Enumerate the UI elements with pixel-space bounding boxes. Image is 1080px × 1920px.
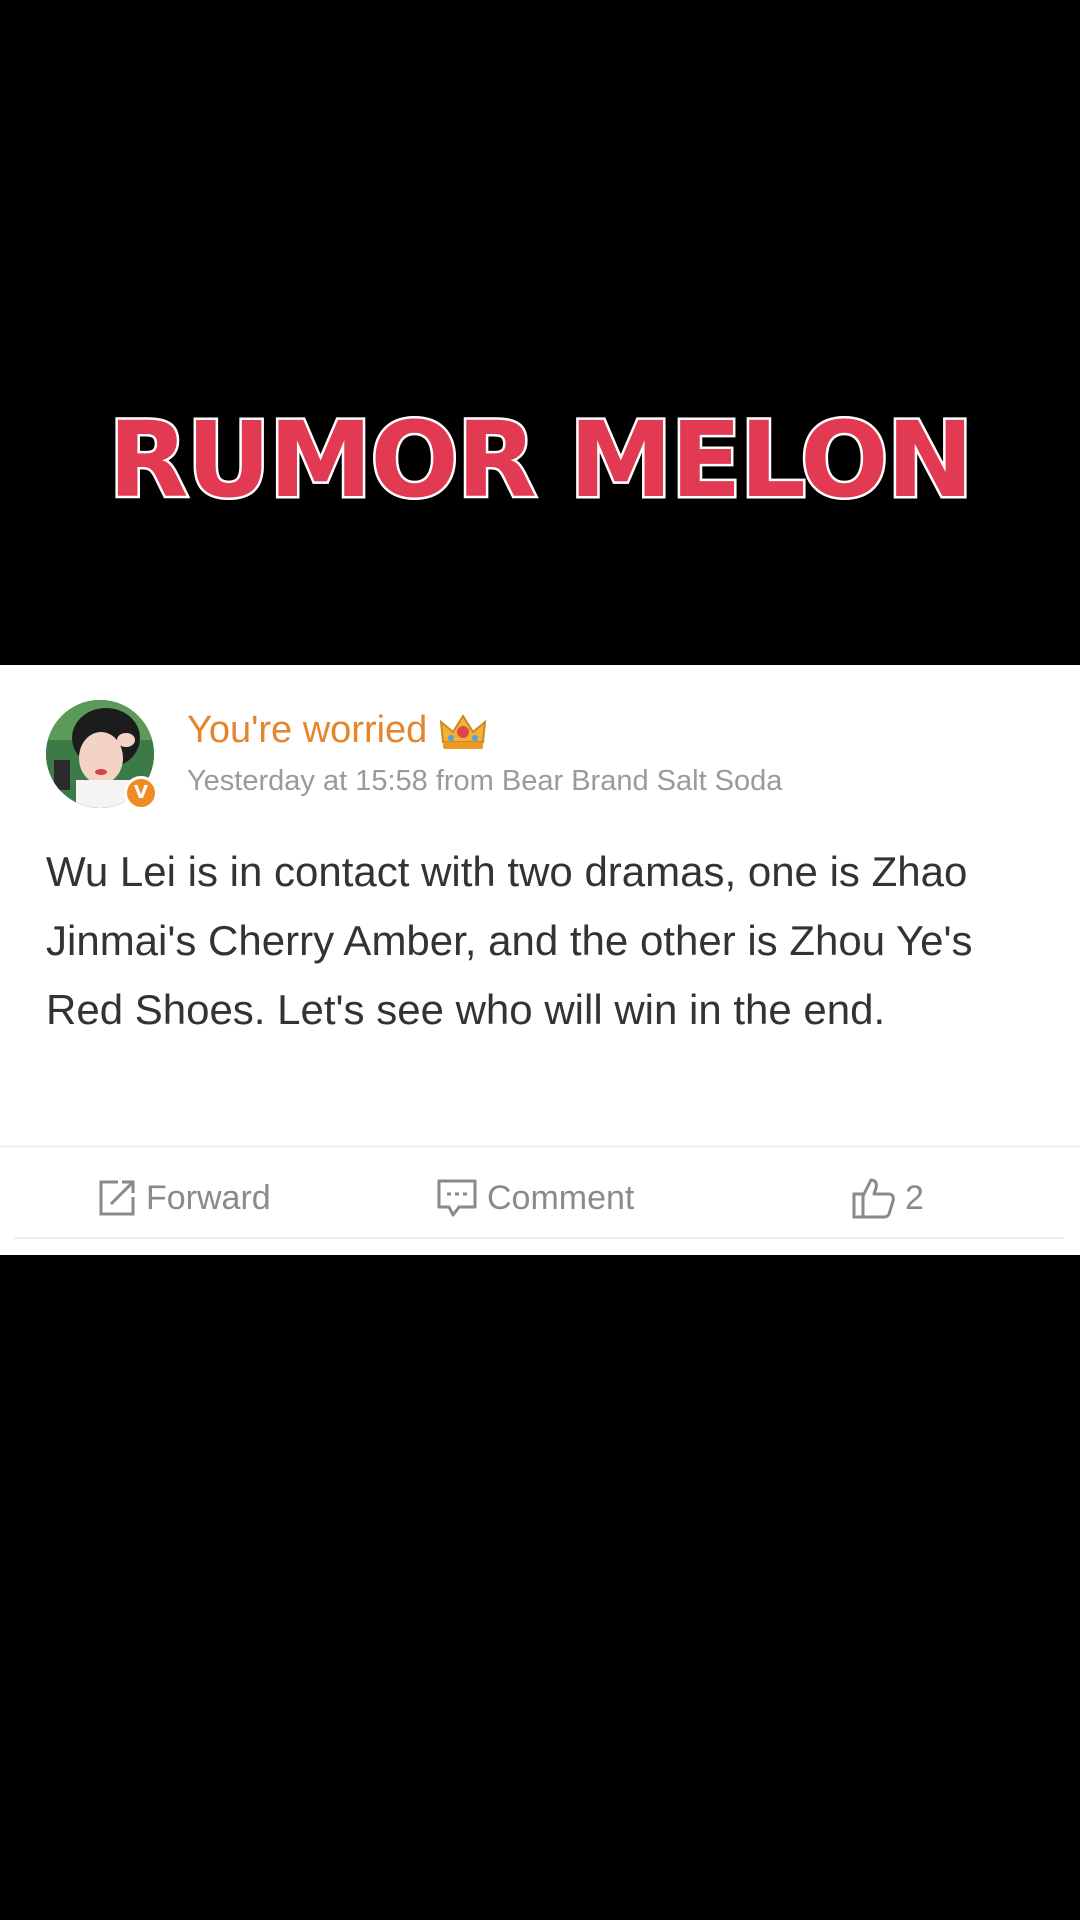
banner-title: RUMOR MELON	[106, 398, 976, 523]
video-frame: RUMOR MELON V You're worried Yesterday a…	[0, 0, 1080, 1920]
post-body: Wu Lei is in contact with two dramas, on…	[46, 848, 973, 1033]
forward-button[interactable]: Forward	[96, 1148, 271, 1248]
share-icon	[99, 1180, 135, 1216]
comment-icon	[437, 1179, 477, 1217]
comment-label: Comment	[487, 1178, 635, 1217]
action-bar: Forward Comment 2	[0, 1148, 1080, 1248]
avatar[interactable]: V	[46, 700, 158, 810]
author-name-text: You're worried	[187, 709, 428, 751]
like-button[interactable]: 2	[851, 1148, 924, 1248]
forward-label: Forward	[146, 1178, 271, 1217]
thumbs-up-icon	[852, 1178, 895, 1219]
comment-button[interactable]: Comment	[435, 1148, 634, 1248]
crown-icon	[437, 712, 489, 752]
bottom-divider	[14, 1237, 1064, 1239]
like-count: 2	[905, 1178, 924, 1217]
author-name[interactable]: You're worried	[187, 707, 489, 753]
weibo-post-card: V You're worried Yesterday at 15:58 from…	[0, 665, 1080, 1255]
post-meta: Yesterday at 15:58 from Bear Brand Salt …	[187, 765, 783, 797]
verified-v-icon: V	[124, 776, 158, 810]
